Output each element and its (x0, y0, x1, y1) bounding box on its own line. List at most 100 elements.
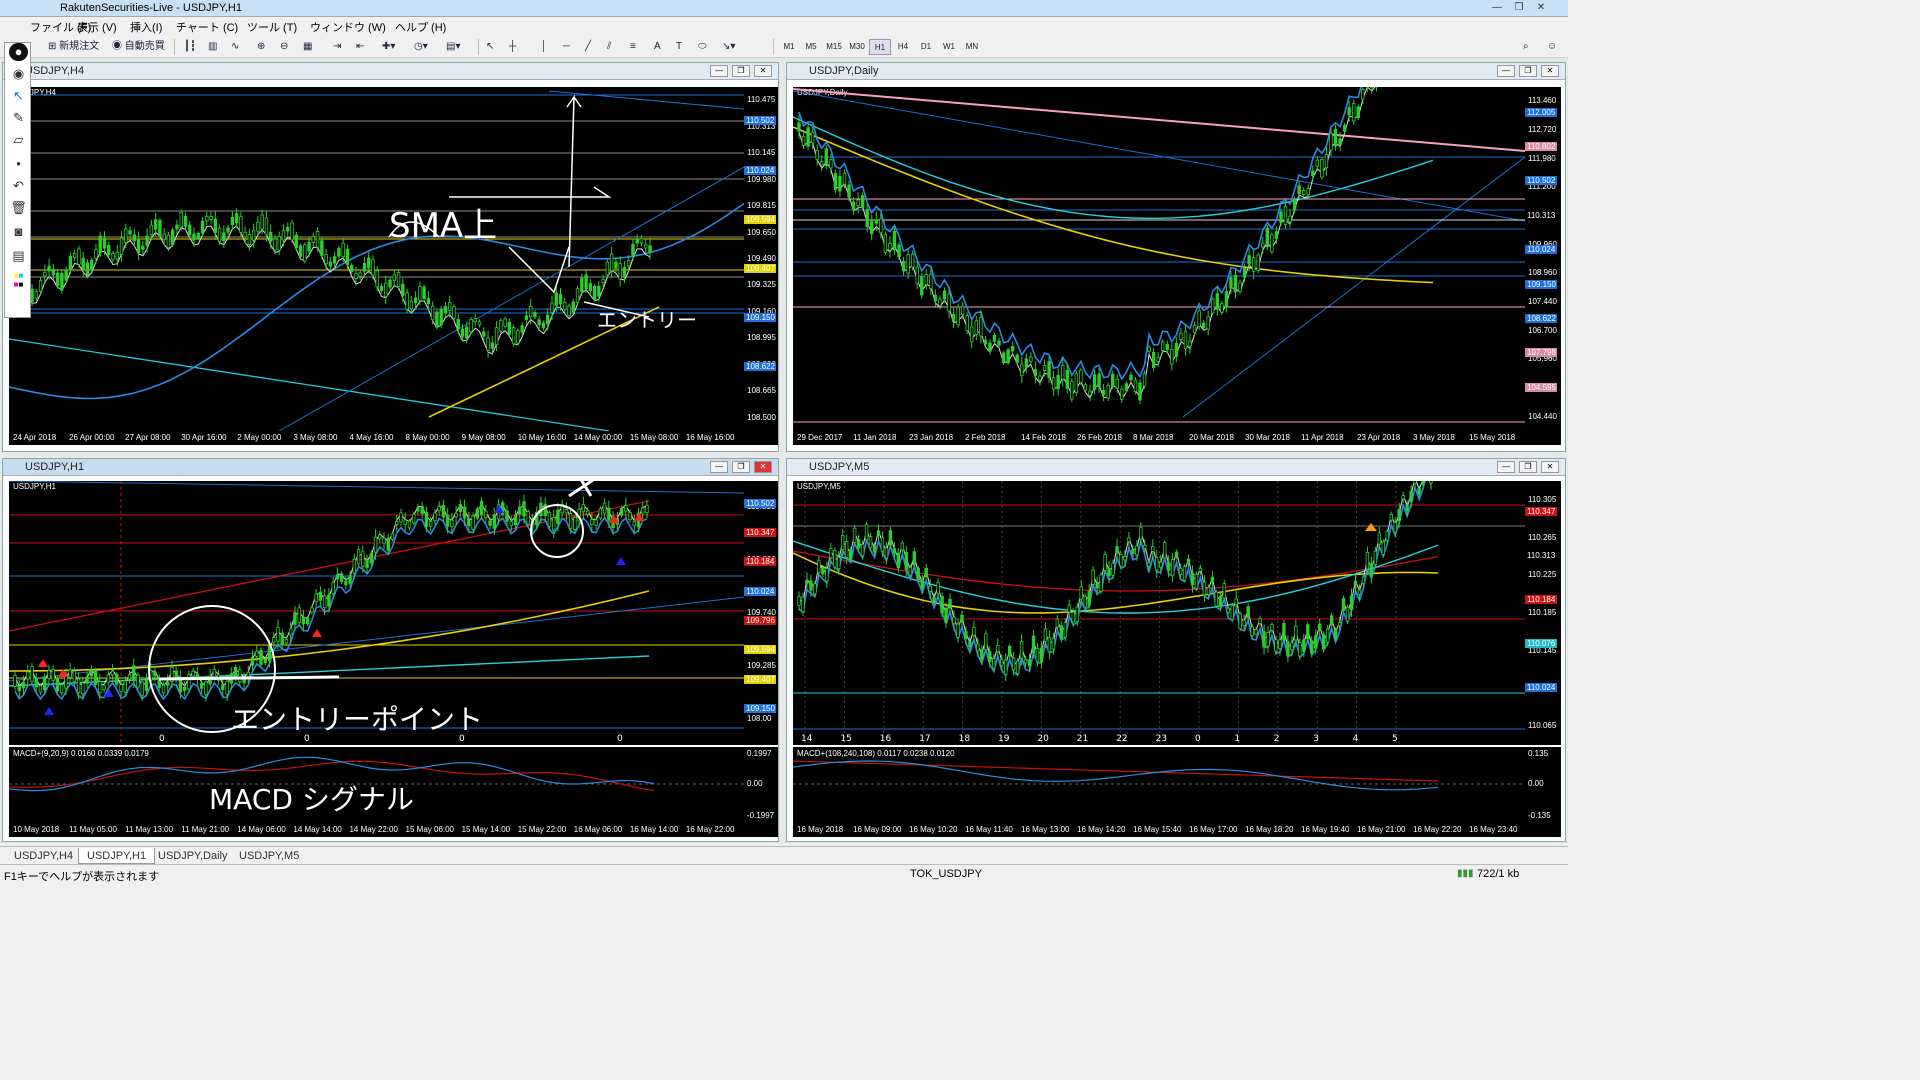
candlestick-icon[interactable]: ▥ (208, 39, 217, 55)
close-button[interactable]: ✕ (1541, 461, 1559, 473)
line-chart-icon[interactable]: ∿ (231, 39, 239, 55)
tf-m30[interactable]: M30 (846, 39, 868, 55)
bar-chart-icon[interactable]: ┃┇ (184, 39, 196, 55)
tf-h1[interactable]: H1 (869, 39, 891, 55)
minimize-button[interactable]: — (710, 461, 728, 473)
menu-tools[interactable]: ツール (T) (247, 19, 297, 35)
tf-w1[interactable]: W1 (938, 39, 960, 55)
tab-usdjpy-daily[interactable]: USDJPY,Daily (150, 848, 236, 864)
trash-icon[interactable]: 🗑 (9, 199, 28, 217)
trendline-icon[interactable]: ╱ (585, 39, 591, 55)
tab-usdjpy-h1[interactable]: USDJPY,H1 (78, 848, 156, 864)
chart-shift-icon[interactable]: ⇤ (356, 39, 364, 55)
price-chart[interactable]: USDJPY,H1 0 0 0 0 エントリーポイント (9, 481, 744, 745)
notes-icon[interactable]: ▤ (9, 247, 28, 265)
templates-icon[interactable]: ▤▾ (446, 39, 460, 55)
zoom-out-icon[interactable]: ⊖ (280, 39, 288, 55)
tile-windows-icon[interactable]: ▦ (303, 39, 312, 55)
chart-window-m5[interactable]: USDJPY,M5 — ❐ ✕ USDJPY,M5 14 15 16 17 18 19 20… (786, 458, 1566, 842)
close-button[interactable]: ✕ (754, 461, 772, 473)
minimize-button[interactable]: — (1497, 461, 1515, 473)
cursor-icon[interactable]: ↖ (486, 39, 494, 55)
menu-window[interactable]: ウィンドウ (W) (310, 19, 386, 35)
menu-view[interactable]: 表示 (V) (77, 19, 117, 35)
new-order-button[interactable]: ⊞ 新規注文 (48, 39, 99, 55)
chart-window-daily[interactable]: USDJPY,Daily — ❐ ✕ USDJPY,Daily 113.460 1… (786, 62, 1566, 452)
menu-chart[interactable]: チャート (C) (176, 19, 238, 35)
color-palette-icon[interactable]: ■■ ■■ (9, 271, 28, 289)
crosshair-icon[interactable]: ┼ (509, 39, 516, 55)
maximize-button[interactable]: ❐ (1519, 461, 1537, 473)
price-scale[interactable]: 110.475 110.313 110.145 109.980 109.815 109.6… (744, 87, 778, 431)
chart-window-h4[interactable]: USDJPY,H4 — ❐ ✕ USDJPY,H4 SMA上 エントリー 110.… (2, 62, 779, 452)
time-label: 26 Feb 2018 (1077, 433, 1122, 442)
channel-icon[interactable]: ⫽ (607, 39, 611, 55)
horizontal-line-icon[interactable]: ─ (563, 39, 570, 55)
maximize-button[interactable]: ❐ (732, 461, 750, 473)
dot-icon[interactable]: • (9, 155, 28, 173)
zoom-in-icon[interactable]: ⊕ (257, 39, 265, 55)
vertical-line-icon[interactable]: │ (541, 39, 547, 55)
community-icon[interactable]: ☺ (1547, 39, 1557, 55)
time-scale[interactable]: 10 May 2018 11 May 05:00 11 May 13:00 11 Ma… (9, 823, 778, 837)
autoscroll-icon[interactable]: ⇥ (333, 39, 341, 55)
pointer-icon[interactable]: ↖ (9, 87, 28, 105)
time-scale[interactable]: 16 May 2018 16 May 09:00 16 May 10:20 16 Ma… (793, 823, 1561, 837)
price-scale[interactable]: 113.460112.720111.980111.200110.700109.9… (1525, 87, 1561, 431)
tf-d1[interactable]: D1 (915, 39, 937, 55)
text-icon[interactable]: A (654, 39, 661, 55)
fibonacci-icon[interactable]: ≡ (630, 39, 636, 55)
tf-m5[interactable]: M5 (800, 39, 822, 55)
time-label: 16 May 14:00 (629, 825, 679, 834)
arrows-icon[interactable]: ↘▾ (722, 39, 735, 55)
periods-icon[interactable]: ◷▾ (414, 39, 428, 55)
menu-insert[interactable]: 挿入(I) (130, 19, 162, 35)
time-scale[interactable]: 24 Apr 2018 26 Apr 00:00 27 Apr 08:00 30 Ap… (9, 431, 778, 445)
price-chart[interactable]: USDJPY,M5 14 15 16 17 18 19 20 21 22 23 0 1 2 3 4 5 (793, 481, 1525, 745)
eye-icon[interactable]: ◉ (9, 65, 28, 83)
macd-panel[interactable]: MACD+(9,20,9) 0.0160 0.0339 0.0179 MACD … (9, 747, 744, 823)
time-scale[interactable]: 29 Dec 2017 11 Jan 2018 23 Jan 2018 2 Feb 2… (793, 431, 1561, 445)
tf-mn[interactable]: MN (961, 39, 983, 55)
search-icon[interactable]: ⌕ (1523, 39, 1529, 55)
m5-candle (1258, 618, 1262, 624)
tf-m15[interactable]: M15 (823, 39, 845, 55)
daily-candle (851, 201, 856, 211)
macd-scale[interactable]: 0.1997 0.00 -0.1997 (744, 747, 778, 823)
macd-panel[interactable]: MACD+(108,240,108) 0.0117 0.0238 0.0120 (793, 747, 1525, 823)
maximize-button[interactable]: ❐ (1510, 1, 1528, 15)
auto-trade-button[interactable]: ◉ 自動売買 (112, 39, 165, 55)
minimize-button[interactable]: — (1488, 1, 1506, 15)
maximize-button[interactable]: ❐ (1519, 65, 1537, 77)
m5-candle (1015, 660, 1020, 674)
price-chart[interactable]: USDJPY,Daily (793, 87, 1525, 431)
h1-candle (348, 575, 352, 584)
camera-icon[interactable]: ◙ (9, 223, 28, 241)
close-button[interactable]: ✕ (1532, 1, 1550, 15)
price-tag: 110.024 (744, 165, 776, 175)
shapes-icon[interactable]: ⬭ (698, 39, 707, 55)
minimize-button[interactable]: — (1497, 65, 1515, 77)
h1-handwriting (158, 481, 595, 681)
indicators-icon[interactable]: ✚▾ (382, 39, 395, 55)
close-button[interactable]: ✕ (1541, 65, 1559, 77)
maximize-button[interactable]: ❐ (732, 65, 750, 77)
price-scale[interactable]: 110.313109.890109.740109.285108.00110.50… (744, 481, 778, 745)
minimize-button[interactable]: — (710, 65, 728, 77)
price-scale[interactable]: 110.305110.265110.225110.185110.145110.1… (1525, 481, 1561, 745)
price-chart[interactable]: USDJPY,H4 SMA上 エントリー (9, 87, 744, 431)
text-label-icon[interactable]: T (676, 39, 682, 55)
tf-h4[interactable]: H4 (892, 39, 914, 55)
close-button[interactable]: ✕ (754, 65, 772, 77)
chart-window-h1[interactable]: USDJPY,H1 — ❐ ✕ USDJPY,H1 0 0 0 0 エントリーポイント … (2, 458, 779, 842)
h1-candle (322, 595, 327, 609)
undo-icon[interactable]: ↶ (9, 177, 28, 195)
eraser-icon[interactable]: ▱ (9, 131, 28, 149)
tab-usdjpy-m5[interactable]: USDJPY,M5 (231, 848, 307, 864)
tab-usdjpy-h4[interactable]: USDJPY,H4 (6, 848, 81, 864)
pencil-icon[interactable]: ✎ (9, 109, 28, 127)
tf-m1[interactable]: M1 (778, 39, 800, 55)
pin-icon[interactable]: ● (9, 43, 28, 61)
menu-help[interactable]: ヘルプ (H) (395, 19, 446, 35)
macd-scale[interactable]: 0.135 0.00 -0.135 (1525, 747, 1561, 823)
